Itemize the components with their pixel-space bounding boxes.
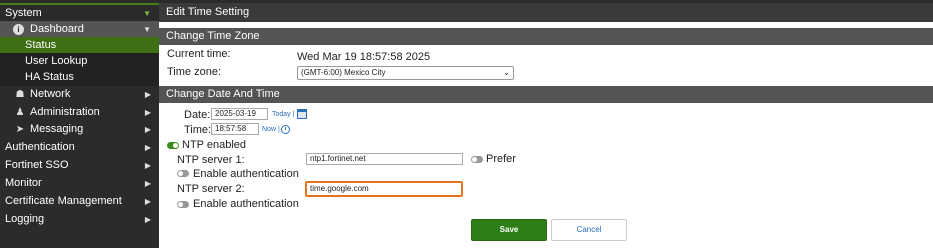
sidebar-item-system[interactable]: System ▼	[0, 3, 159, 21]
ntp-server1-label: NTP server 1:	[177, 154, 245, 166]
enable-auth2-label: Enable authentication	[193, 198, 299, 210]
enable-auth2-toggle[interactable]	[177, 201, 189, 208]
toggle-knob	[178, 202, 183, 207]
date-input[interactable]: 2025-03-19	[211, 108, 268, 120]
chevron-down-icon: ⌄	[503, 68, 510, 77]
save-button[interactable]: Save	[471, 219, 547, 241]
sidebar-item-label: Network	[30, 88, 71, 100]
sidebar-item-label: Monitor	[5, 177, 42, 189]
sidebar-item-network[interactable]: ☗ Network ▶	[0, 86, 159, 103]
sidebar-item-label: Messaging	[30, 123, 84, 135]
sidebar-item-label: HA Status	[25, 71, 74, 83]
network-icon: ☗	[15, 89, 25, 100]
time-input[interactable]: 18:57:58	[211, 123, 259, 135]
chevron-right-icon: ▶	[144, 197, 151, 206]
sidebar-item-authentication[interactable]: Authentication ▶	[0, 139, 159, 156]
calendar-icon[interactable]	[297, 109, 307, 119]
sidebar-item-label: Administration	[30, 106, 100, 118]
messaging-icon: ➤	[15, 124, 25, 135]
ntp-server2-input[interactable]: time.google.com	[305, 181, 463, 197]
sidebar-item-certificate-management[interactable]: Certificate Management ▶	[0, 193, 159, 210]
time-zone-select[interactable]: (GMT-6:00) Mexico City ⌄	[297, 66, 514, 80]
chevron-right-icon: ▶	[144, 90, 151, 99]
now-link[interactable]: Now |	[262, 126, 280, 133]
sidebar-item-label: User Lookup	[25, 55, 88, 67]
today-link[interactable]: Today |	[272, 111, 294, 118]
sidebar-item-monitor[interactable]: Monitor ▶	[0, 175, 159, 192]
section-header-time-zone: Change Time Zone	[159, 28, 933, 45]
sidebar-item-label: Authentication	[5, 141, 75, 153]
sidebar-item-label: Dashboard	[30, 23, 84, 35]
time-label: Time:	[184, 124, 212, 136]
chevron-right-icon: ▶	[144, 125, 151, 134]
sidebar-item-ha-status[interactable]: HA Status	[0, 69, 159, 86]
sidebar-item-messaging[interactable]: ➤ Messaging ▶	[0, 121, 159, 138]
sidebar-item-fortinet-sso[interactable]: Fortinet SSO ▶	[0, 157, 159, 174]
time-zone-label: Time zone:	[167, 66, 222, 78]
chevron-right-icon: ▶	[144, 179, 151, 188]
chevron-down-icon: ▼	[143, 9, 151, 18]
prefer-toggle[interactable]	[471, 156, 483, 163]
section-header-date-time: Change Date And Time	[159, 86, 933, 103]
sidebar-item-dashboard[interactable]: i Dashboard ▼	[0, 21, 159, 38]
sidebar: System ▼ i Dashboard ▼ Status User Looku…	[0, 0, 159, 248]
page-title: Edit Time Setting	[159, 3, 933, 22]
chevron-right-icon: ▶	[144, 108, 151, 117]
prefer-label: Prefer	[486, 153, 516, 165]
toggle-knob	[173, 143, 178, 148]
chevron-right-icon: ▶	[144, 215, 151, 224]
sidebar-item-label: System	[5, 7, 42, 19]
chevron-right-icon: ▶	[144, 161, 151, 170]
enable-auth1-toggle[interactable]	[177, 170, 189, 177]
main-content: Edit Time Setting Change Time Zone Curre…	[159, 0, 933, 248]
sidebar-item-label: Logging	[5, 213, 45, 225]
sidebar-item-logging[interactable]: Logging ▶	[0, 211, 159, 228]
sidebar-item-label: Fortinet SSO	[5, 159, 69, 171]
sidebar-item-label: Status	[25, 39, 57, 51]
enable-auth1-label: Enable authentication	[193, 168, 299, 180]
info-icon: i	[13, 24, 24, 35]
chevron-right-icon: ▶	[144, 143, 151, 152]
chevron-down-icon: ▼	[143, 25, 151, 34]
time-zone-selected-value: (GMT-6:00) Mexico City	[301, 68, 386, 77]
ntp-enabled-label: NTP enabled	[182, 139, 247, 151]
sidebar-item-administration[interactable]: ♟ Administration ▶	[0, 104, 159, 121]
current-time-label: Current time:	[167, 48, 231, 60]
clock-icon[interactable]	[281, 125, 290, 134]
current-time-value: Wed Mar 19 18:57:58 2025	[297, 51, 431, 63]
sidebar-item-user-lookup[interactable]: User Lookup	[0, 53, 159, 70]
admin-icon: ♟	[15, 107, 25, 118]
toggle-knob	[472, 157, 477, 162]
ntp-server2-label: NTP server 2:	[177, 183, 245, 195]
cancel-button[interactable]: Cancel	[551, 219, 627, 241]
date-label: Date:	[184, 109, 211, 121]
toggle-knob	[178, 171, 183, 176]
sidebar-item-label: Certificate Management	[5, 195, 122, 207]
ntp-server1-input[interactable]: ntp1.fortinet.net	[306, 153, 463, 165]
sidebar-item-status[interactable]: Status	[0, 37, 159, 54]
ntp-enabled-toggle[interactable]	[167, 142, 179, 149]
